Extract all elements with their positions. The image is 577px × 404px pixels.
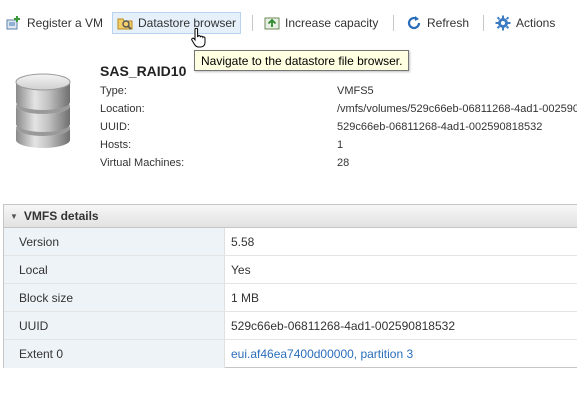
info-vms-label: Virtual Machines: — [100, 157, 185, 169]
register-vm-label: Register a VM — [27, 16, 104, 30]
table-row: Version 5.58 — [4, 228, 577, 256]
toolbar-separator — [252, 15, 253, 31]
refresh-icon — [406, 15, 422, 31]
toolbar-separator — [483, 15, 484, 31]
increase-capacity-icon — [264, 15, 280, 31]
row-label: Version — [4, 228, 225, 255]
increase-capacity-button[interactable]: Increase capacity — [264, 12, 378, 34]
register-vm-button[interactable]: Register a VM — [6, 12, 103, 34]
vmfs-details-panel: ▼ VMFS details Version 5.58 Local Yes Bl… — [3, 204, 577, 368]
datastore-browser-button[interactable]: Datastore browser — [112, 12, 242, 34]
increase-capacity-label: Increase capacity — [285, 16, 379, 30]
vmfs-details-title: VMFS details — [23, 209, 99, 223]
actions-button[interactable]: Actions — [495, 12, 555, 34]
info-type-value: VMFS5 — [337, 85, 374, 97]
row-label: UUID — [4, 312, 225, 339]
table-row: Block size 1 MB — [4, 284, 577, 312]
refresh-label: Refresh — [427, 16, 470, 30]
extent-link[interactable]: eui.af46ea7400d00000, partition 3 — [225, 347, 413, 361]
info-vms-value: 28 — [337, 157, 350, 169]
collapse-triangle-icon: ▼ — [10, 211, 18, 221]
toolbar-separator — [393, 15, 394, 31]
table-row: Local Yes — [4, 256, 577, 284]
row-label: Extent 0 — [4, 340, 225, 368]
info-hosts-label: Hosts: — [100, 139, 132, 151]
info-type-label: Type: — [100, 85, 127, 97]
info-hosts-value: 1 — [337, 139, 344, 151]
info-location-value: /vmfs/volumes/529c66eb-06811268-4ad1-002… — [337, 103, 577, 115]
info-uuid-value: 529c66eb-06811268-4ad1-002590818532 — [337, 121, 543, 133]
toolbar: Register a VM Datastore browser Increase… — [0, 0, 577, 46]
table-row: UUID 529c66eb-06811268-4ad1-002590818532 — [4, 312, 577, 340]
datastore-browser-icon — [117, 15, 133, 31]
tooltip: Navigate to the datastore file browser. — [194, 50, 410, 71]
refresh-button[interactable]: Refresh — [406, 12, 469, 34]
hand-cursor-icon — [190, 27, 206, 51]
datastore-name: SAS_RAID10 — [100, 63, 187, 79]
row-value: 5.58 — [231, 234, 255, 249]
vmfs-details-header[interactable]: ▼ VMFS details — [4, 205, 577, 228]
datastore-icon — [14, 70, 72, 152]
info-uuid-label: UUID: — [100, 121, 130, 133]
row-value: 1 MB — [231, 290, 260, 305]
gear-icon — [495, 15, 511, 31]
actions-label: Actions — [516, 16, 556, 30]
info-location-label: Location: — [100, 103, 145, 115]
row-value: Yes — [231, 262, 251, 277]
datastore-browser-label: Datastore browser — [138, 16, 237, 30]
row-label: Block size — [4, 284, 225, 311]
table-row: Extent 0 eui.af46ea7400d00000, partition… — [4, 340, 577, 368]
row-value: 529c66eb-06811268-4ad1-002590818532 — [231, 318, 455, 333]
register-vm-icon — [6, 15, 22, 31]
row-label: Local — [4, 256, 225, 283]
